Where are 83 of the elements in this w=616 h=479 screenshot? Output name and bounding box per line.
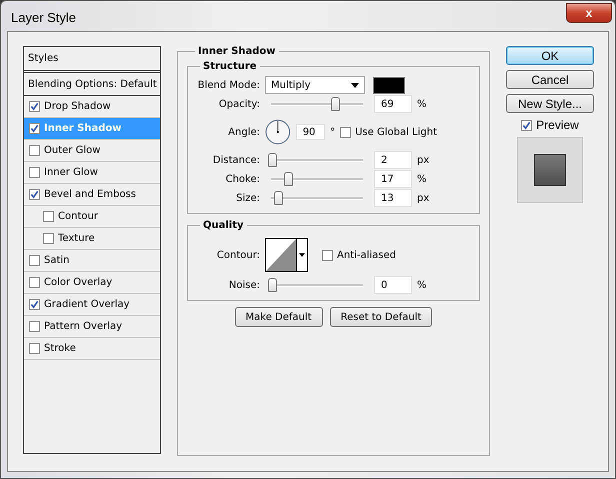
checkbox[interactable]	[29, 167, 40, 178]
unit-label: %	[417, 174, 428, 184]
item-label: Drop Shadow	[44, 101, 111, 112]
list-item[interactable]: Gradient Overlay	[24, 294, 160, 316]
group-title: Quality	[202, 220, 245, 231]
item-label: Texture	[58, 233, 95, 244]
checkbox-label: Use Global Light	[355, 126, 437, 138]
list-item[interactable]: Contour	[24, 206, 160, 228]
close-button[interactable]: x	[566, 3, 612, 23]
dialog-button[interactable]: OK	[506, 46, 594, 65]
checkbox[interactable]	[43, 211, 54, 222]
item-label: Bevel and Emboss	[44, 189, 136, 200]
caret-icon	[351, 82, 359, 88]
group-title: Inner Shadow	[197, 46, 276, 57]
caret-icon	[299, 253, 305, 257]
checkbox[interactable]	[29, 145, 40, 156]
list-item[interactable]: Color Overlay	[24, 272, 160, 294]
contour-picker[interactable]	[265, 238, 308, 272]
field-label: Opacity:	[218, 98, 260, 110]
item-label: Color Overlay	[44, 277, 112, 288]
item-label: Outer Glow	[44, 145, 100, 156]
item-label: Pattern Overlay	[44, 321, 122, 332]
list-item[interactable]: Texture	[24, 228, 160, 250]
dialog-button[interactable]: New Style...	[506, 94, 594, 113]
unit-label: px	[417, 154, 430, 166]
number-field[interactable]: 2	[374, 151, 412, 169]
slider-thumb[interactable]	[331, 97, 340, 111]
checkbox[interactable]	[521, 120, 532, 130]
field-label: Noise:	[228, 280, 260, 290]
number-field[interactable]: 17	[374, 170, 412, 188]
item-label: Inner Shadow	[44, 123, 122, 134]
list-item[interactable]: Bevel and Emboss	[24, 184, 160, 206]
blend-mode-dropdown[interactable]: Multiply	[265, 76, 365, 94]
checkbox[interactable]	[29, 299, 40, 310]
list-item[interactable]: Inner Glow	[24, 162, 160, 184]
number-field[interactable]: 13	[374, 189, 412, 207]
list-item[interactable]: Stroke	[24, 338, 160, 360]
group-title: Structure	[202, 61, 258, 72]
checkbox[interactable]	[340, 126, 352, 138]
list-item[interactable]: Pattern Overlay	[24, 316, 160, 338]
item-label: Stroke	[44, 343, 76, 354]
field-label: Contour:	[216, 250, 260, 260]
field-label: Angle:	[227, 126, 260, 138]
unit-label: °	[330, 126, 336, 138]
item-label: Satin	[44, 255, 70, 266]
checkbox[interactable]	[322, 250, 333, 260]
checkbox[interactable]	[29, 123, 40, 134]
field-label: Distance:	[212, 154, 260, 166]
slider-thumb[interactable]	[284, 172, 293, 186]
number-field[interactable]: 0	[374, 276, 412, 294]
dialog-button[interactable]: Cancel	[506, 70, 594, 89]
checkbox[interactable]	[29, 255, 40, 266]
number-field[interactable]: 90	[296, 124, 326, 140]
color-swatch[interactable]	[373, 76, 405, 94]
field-label: Blend Mode:	[196, 80, 260, 90]
number-field[interactable]: 69	[374, 95, 412, 113]
slider-thumb[interactable]	[268, 153, 277, 167]
slider-thumb[interactable]	[274, 191, 283, 205]
preview-swatch	[534, 154, 566, 186]
unit-label: %	[417, 98, 428, 110]
unit-label: %	[417, 280, 428, 290]
slider-thumb[interactable]	[268, 278, 277, 292]
item-label: Gradient Overlay	[44, 299, 130, 310]
action-button[interactable]: Make Default	[234, 307, 323, 327]
list-item[interactable]: Outer Glow	[24, 140, 160, 162]
item-label: Inner Glow	[44, 167, 98, 178]
checkbox[interactable]	[43, 233, 54, 244]
field-label: Size:	[235, 192, 260, 204]
list-item[interactable]: Blending Options: Default	[24, 73, 160, 96]
checkbox[interactable]	[29, 321, 40, 332]
checkbox-label: Preview	[536, 118, 579, 132]
checkbox-label: Anti-aliased	[337, 250, 396, 260]
checkbox[interactable]	[29, 101, 40, 112]
field-label: Choke:	[224, 174, 260, 184]
list-item[interactable]: Satin	[24, 250, 160, 272]
checkbox[interactable]	[29, 189, 40, 200]
checkbox[interactable]	[29, 277, 40, 288]
unit-label: px	[417, 192, 430, 204]
list-header: Styles	[24, 47, 160, 73]
checkbox[interactable]	[29, 343, 40, 354]
window-title: Layer Style	[11, 10, 76, 25]
item-label: Contour	[58, 211, 98, 222]
action-button[interactable]: Reset to Default	[330, 307, 432, 327]
